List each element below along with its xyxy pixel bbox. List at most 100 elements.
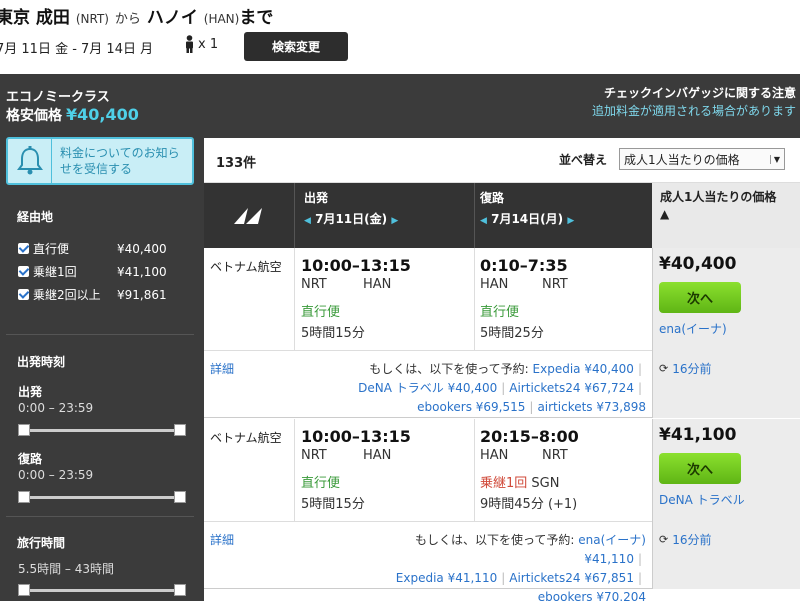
alt-booking-link[interactable]: DeNA トラベル ¥40,400 [358, 381, 497, 395]
checkbox-icon[interactable] [18, 243, 29, 254]
leg-stops: 乗継1回 SGN [480, 472, 652, 491]
next-date-icon[interactable]: ▶ [567, 216, 574, 226]
airline-name: ベトナム航空 [210, 260, 282, 274]
price-alert-button[interactable]: 料金についてのお知らせを受信する [6, 137, 194, 185]
cheapest-price-value: ¥40,400 [66, 105, 139, 124]
stop-filter-price: ¥40,400 [117, 242, 167, 256]
details-link[interactable]: 詳細 [210, 531, 234, 548]
alt-booking-link[interactable]: ena(イーナ) ¥41,110 [578, 533, 646, 566]
divider [294, 419, 295, 521]
leg-stops: 直行便 [301, 305, 341, 320]
alt-booking-link[interactable]: Expedia ¥41,110 [396, 571, 497, 585]
origin-code: (NRT) [75, 12, 109, 26]
stop-filter-direct[interactable]: 直行便 ¥40,400 [18, 240, 188, 258]
route-title: 東京 成田 (NRT) から ハノイ (HAN)まで [0, 3, 273, 28]
slider-handle-min[interactable] [18, 584, 30, 596]
stop-filter-label: 乗継1回 [33, 265, 77, 279]
stops-filter-title: 経由地 [17, 210, 54, 224]
alt-intro: もしくは、以下を使って予約: [415, 533, 575, 547]
leg-airports: NRT HAN [301, 448, 473, 463]
outbound-leg: 10:00–13:15 NRT HAN 直行便 5時間15分 [301, 427, 473, 512]
depart-time-slider[interactable] [18, 424, 186, 436]
return-date-picker[interactable]: ◀ 7月14日(月) ▶ [480, 210, 574, 227]
slider-track [20, 589, 180, 592]
sort-select[interactable]: 成人1人当たりの価格 ▼ [619, 148, 785, 170]
baggage-notice-link[interactable]: チェックインバゲッジに関する注意 [604, 84, 796, 101]
outbound-date-picker[interactable]: ◀ 7月11日(金) ▶ [304, 210, 398, 227]
alternative-booking-links: もしくは、以下を使って予約: Expedia ¥40,400 | DeNA トラベ… [358, 362, 646, 414]
slider-handle-min[interactable] [18, 424, 30, 436]
alternative-booking-links: もしくは、以下を使って予約: ena(イーナ) ¥41,110 | Expedia… [356, 531, 646, 601]
depart-slider-range: 0:00 – 23:59 [18, 401, 94, 415]
baggage-notice-sub: 追加料金が適用される場合があります [591, 104, 796, 118]
destination-city: ハノイ [146, 8, 198, 28]
return-time-slider[interactable] [18, 491, 186, 503]
results-toolbar: 133件 並べ替え 成人1人当たりの価格 ▼ [204, 138, 800, 183]
slider-handle-max[interactable] [174, 424, 186, 436]
airport-code: NRT [542, 448, 568, 463]
duration-slider-range: 5.5時間 – 43時間 [18, 562, 114, 576]
stop-count: 乗継1回 [480, 476, 528, 491]
leg-airports: HAN NRT [480, 277, 652, 292]
stop-filter-label: 直行便 [33, 242, 70, 256]
divider [6, 334, 194, 335]
sort-label: 並べ替え [559, 153, 608, 167]
origin-city: 東京 成田 [0, 8, 70, 28]
checkbox-icon[interactable] [18, 266, 29, 277]
leg-stops: 直行便 [480, 305, 520, 320]
flight-result: ベトナム航空 10:00–13:15 NRT HAN 直行便 5時間15分 0:1… [204, 248, 800, 418]
sort-select-value: 成人1人当たりの価格 [624, 152, 740, 167]
alt-booking-link[interactable]: ebookers ¥69,515 [417, 400, 525, 414]
destination-code: (HAN) [203, 12, 240, 26]
outbound-head: 出発 [304, 191, 329, 205]
airport-code: HAN [363, 277, 392, 292]
leg-airports: HAN NRT [480, 448, 652, 463]
divider [474, 419, 475, 521]
provider-link[interactable]: DeNA トラベル [659, 491, 745, 508]
return-slider-range: 0:00 – 23:59 [18, 468, 94, 482]
duration-slider[interactable] [18, 584, 186, 596]
price-column-header[interactable]: 成人1人当たりの価格 ▲ [652, 183, 800, 248]
stop-filter-two-plus[interactable]: 乗継2回以上 ¥91,861 [18, 286, 188, 304]
traveler-count-label: x 1 [198, 36, 219, 52]
slider-handle-max[interactable] [174, 491, 186, 503]
search-change-button[interactable]: 検索変更 [244, 32, 348, 61]
next-date-icon[interactable]: ▶ [391, 216, 398, 226]
leg-stops: 直行便 [301, 476, 341, 491]
prev-date-icon[interactable]: ◀ [304, 216, 311, 226]
updated-time: ⟳ 16分前 [659, 360, 712, 377]
alt-booking-link[interactable]: Airtickets24 ¥67,851 [509, 571, 634, 585]
divider [474, 248, 475, 350]
next-button[interactable]: 次へ [659, 453, 741, 484]
return-leg: 20:15–8:00 HAN NRT 乗継1回 SGN 9時間45分 (+1) [480, 427, 652, 512]
next-button[interactable]: 次へ [659, 282, 741, 313]
refresh-icon: ⟳ [659, 533, 669, 546]
divider [474, 183, 475, 248]
depart-slider-label: 出発 [18, 385, 43, 399]
prev-date-icon[interactable]: ◀ [480, 216, 487, 226]
airport-code: HAN [480, 448, 509, 463]
divider [294, 248, 295, 350]
alt-booking-link[interactable]: ebookers ¥70,204 [538, 590, 646, 601]
divider [204, 350, 652, 351]
divider [6, 516, 194, 517]
sort-asc-icon: ▲ [660, 207, 670, 221]
alt-booking-link[interactable]: Expedia ¥40,400 [533, 362, 634, 376]
details-link[interactable]: 詳細 [210, 360, 234, 377]
results-panel: エコノミークラス 格安価格 ¥40,400 チェックインバゲッジに関する注意 追加… [0, 74, 800, 601]
slider-handle-max[interactable] [174, 584, 186, 596]
price-alert-label: 料金についてのお知らせを受信する [60, 146, 180, 176]
slider-track [20, 429, 180, 432]
person-icon [186, 35, 193, 53]
slider-handle-min[interactable] [18, 491, 30, 503]
alt-booking-link[interactable]: Airtickets24 ¥67,724 [509, 381, 634, 395]
checkbox-icon[interactable] [18, 289, 29, 300]
divider [294, 183, 295, 248]
stop-filter-one-stop[interactable]: 乗継1回 ¥41,100 [18, 263, 188, 281]
chevron-down-icon: ▼ [769, 154, 780, 164]
provider-link[interactable]: ena(イーナ) [659, 320, 727, 337]
airport-code: NRT [301, 277, 327, 292]
stop-filter-label: 乗継2回以上 [33, 288, 101, 302]
alt-booking-link[interactable]: airtickets ¥73,898 [537, 400, 646, 414]
airport-code: NRT [301, 448, 327, 463]
